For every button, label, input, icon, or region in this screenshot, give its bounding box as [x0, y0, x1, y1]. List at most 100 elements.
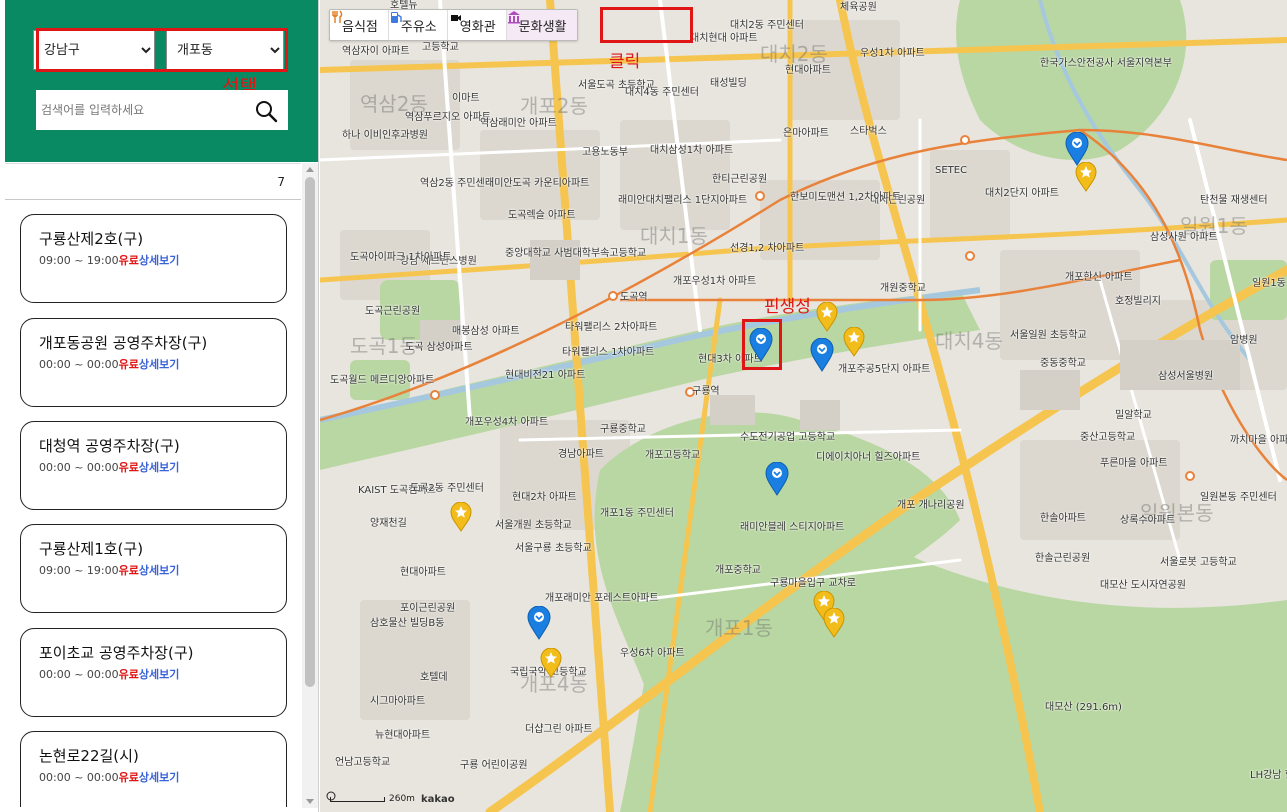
map-poi-label[interactable]: 대치2단지 아파트	[985, 188, 1059, 199]
category-tab[interactable]: 주유소	[389, 10, 448, 40]
map-poi-label[interactable]: 대모산 (291.6m)	[1045, 702, 1122, 713]
category-tab[interactable]: 영화관	[448, 10, 507, 40]
result-card[interactable]: 구룡산제1호(구) 09:00 ~ 19:00유료상세보기	[20, 524, 287, 613]
map-poi-label[interactable]: 경남아파트	[558, 449, 604, 460]
star-pin-icon[interactable]	[823, 608, 845, 638]
map-poi-label[interactable]: 포이근린공원	[400, 603, 455, 614]
map-poi-label[interactable]: 체육공원	[840, 2, 877, 13]
map-poi-label[interactable]: 선경1,2 차아파트	[730, 243, 804, 254]
map-poi-label[interactable]: 래미안블레 스티지아파트	[740, 522, 844, 533]
map-poi-label[interactable]: 한국가스안전공사 서울지역본부	[1040, 58, 1172, 69]
star-pin-icon[interactable]	[540, 648, 562, 678]
map-poi-label[interactable]: 대치4동 주민센터	[625, 87, 699, 98]
map-poi-label[interactable]: 매봉삼성 아파트	[452, 326, 520, 337]
scroll-up-arrow-icon[interactable]	[306, 167, 314, 172]
map-poi-label[interactable]: 서울개원 초등학교	[495, 520, 572, 531]
map-poi-label[interactable]: 삼성사원 아파트	[1150, 232, 1218, 243]
location-pin-icon[interactable]	[527, 606, 551, 640]
scroll-thumb[interactable]	[305, 177, 315, 687]
search-input[interactable]	[36, 90, 246, 130]
scroll-down-arrow-icon[interactable]	[306, 799, 314, 804]
map-poi-label[interactable]: 래미안도곡 카운티아파트	[485, 178, 589, 189]
result-card[interactable]: 개포동공원 공영주차장(구) 00:00 ~ 00:00유료상세보기	[20, 318, 287, 407]
map-poi-label[interactable]: 역삼자이 아파트	[342, 46, 410, 57]
map-poi-label[interactable]: 개원중학교	[880, 283, 926, 294]
map-poi-label[interactable]: 개포한신 아파트	[1065, 272, 1133, 283]
map-poi-label[interactable]: 개포 개나리공원	[897, 500, 965, 511]
map-poi-label[interactable]: 대치현대 아파트	[690, 33, 758, 44]
map-poi-label[interactable]: 개포주공5단지 아파트	[838, 364, 930, 375]
result-card[interactable]: 대청역 공영주차장(구) 00:00 ~ 00:00유료상세보기	[20, 421, 287, 510]
map-poi-label[interactable]: 한솔아파트	[1040, 513, 1086, 524]
map-poi-label[interactable]: 역삼푸르지오 아파트	[405, 112, 491, 123]
map-poi-label[interactable]: 개포우성1차 아파트	[673, 276, 756, 287]
map-poi-label[interactable]: 탄천물 재생센터	[1200, 195, 1268, 206]
map-poi-label[interactable]: 개포중학교	[715, 565, 761, 576]
map-poi-label[interactable]: LH강남 힐스테이트	[1250, 770, 1287, 781]
map-view[interactable]: 역삼2동 대치2동 대치1동 도곡1동 일원1동 개포1동 개포4동 일원본동 대치4동 개포2동…	[320, 0, 1287, 812]
map-poi-label[interactable]: 도곡월드 메르디앙아파트	[330, 375, 434, 386]
map-poi-label[interactable]: 스타벅스	[850, 126, 887, 137]
map-poi-label[interactable]: 타워팰리스 2차아파트	[565, 322, 657, 333]
map-poi-label[interactable]: 이마트	[452, 93, 480, 104]
map-poi-label[interactable]: 구룡 어린이공원	[460, 760, 528, 771]
map-poi-label[interactable]: 태성빌딩	[710, 78, 747, 89]
location-pin-icon[interactable]	[765, 462, 789, 496]
map-poi-label[interactable]: 우성1차 아파트	[860, 48, 925, 59]
neighborhood-select[interactable]: 개포동	[166, 30, 284, 70]
map-poi-label[interactable]: 한티근린공원	[712, 174, 767, 185]
category-tab[interactable]: 문화생활	[506, 10, 577, 40]
detail-link[interactable]: 상세보기	[139, 771, 179, 784]
detail-link[interactable]: 상세보기	[139, 358, 179, 371]
map-poi-label[interactable]: 삼호물산 빌딩B동	[370, 618, 444, 629]
map-poi-label[interactable]: 한솔근린공원	[1035, 553, 1090, 564]
map-poi-label[interactable]: 디에이치아너 힐즈아파트	[816, 452, 920, 463]
map-poi-label[interactable]: 중산고등학교	[1080, 432, 1135, 443]
map-poi-label[interactable]: 수도전기공업 고등학교	[740, 432, 835, 443]
map-poi-label[interactable]: 현대비전21 아파트	[505, 370, 585, 381]
map-poi-label[interactable]: 하나 이비인후과병원	[342, 130, 428, 141]
map-poi-label[interactable]: 언남고등학교	[335, 757, 390, 768]
map-poi-label[interactable]: 개포우성4차 아파트	[465, 417, 548, 428]
map-poi-label[interactable]: 호텔데	[420, 672, 448, 683]
map-poi-label[interactable]: 개포래미안 포레스트아파트	[545, 593, 659, 604]
district-select[interactable]: 강남구	[33, 30, 155, 70]
result-card[interactable]: 구룡산제2호(구) 09:00 ~ 19:00유료상세보기	[20, 214, 287, 303]
category-tab[interactable]: 음식점	[330, 10, 389, 40]
map-poi-label[interactable]: 개포1동 주민센터	[600, 508, 674, 519]
detail-link[interactable]: 상세보기	[139, 564, 179, 577]
map-poi-label[interactable]: 서울구룡 초등학교	[515, 543, 592, 554]
detail-link[interactable]: 상세보기	[139, 254, 179, 267]
map-poi-label[interactable]: 래미안대치팰리스 1단지아파트	[618, 195, 747, 206]
map-poi-label[interactable]: 시그마아파트	[370, 696, 425, 707]
map-poi-label[interactable]: 서울로봇 고등학교	[1160, 557, 1237, 568]
map-poi-label[interactable]: 역삼래미안 아파트	[480, 118, 557, 129]
map-poi-label[interactable]: 구룡역	[692, 386, 720, 397]
map-poi-label[interactable]: 중앙대학교 사범대학부속고등학교	[505, 248, 646, 259]
star-pin-icon[interactable]	[450, 502, 472, 532]
detail-link[interactable]: 상세보기	[139, 668, 179, 681]
map-poi-label[interactable]: 현대2차 아파트	[512, 492, 577, 503]
map-poi-label[interactable]: 삼성서울병원	[1158, 371, 1213, 382]
map-poi-label[interactable]: 도곡역	[620, 292, 648, 303]
map-poi-label[interactable]: 역삼2동 주민센터	[420, 178, 494, 189]
map-poi-label[interactable]: 대치삼성1차 아파트	[650, 145, 733, 156]
map-poi-label[interactable]: 호정빌리지	[1115, 296, 1161, 307]
map-poi-label[interactable]: 더샵그린 아파트	[525, 724, 593, 735]
location-pin-icon[interactable]	[810, 338, 834, 372]
map-poi-label[interactable]: 현대아파트	[785, 65, 831, 76]
map-poi-label[interactable]: 개포고등학교	[645, 450, 700, 461]
map-poi-label[interactable]: 뉴현대아파트	[375, 730, 430, 741]
map-poi-label[interactable]: 고용노동부	[582, 147, 628, 158]
map-poi-label[interactable]: 도곡렉슬 아파트	[508, 210, 576, 221]
map-poi-label[interactable]: 푸른마을 아파트	[1100, 458, 1168, 469]
map-poi-label[interactable]: 중동중학교	[1040, 358, 1086, 369]
map-poi-label[interactable]: 도곡아이파크 1차아파트	[350, 252, 452, 263]
map-poi-label[interactable]: 타워팰리스 1차아파트	[562, 347, 654, 358]
map-poi-label[interactable]: 대치2동 주민센터	[730, 20, 804, 31]
map-poi-label[interactable]: 양재천길	[370, 518, 407, 529]
map-poi-label[interactable]: SETEC	[935, 165, 967, 176]
scrollbar[interactable]	[302, 163, 318, 808]
map-poi-label[interactable]: 상록수아파트	[1120, 515, 1175, 526]
map-poi-label[interactable]: 은마아파트	[783, 128, 829, 139]
